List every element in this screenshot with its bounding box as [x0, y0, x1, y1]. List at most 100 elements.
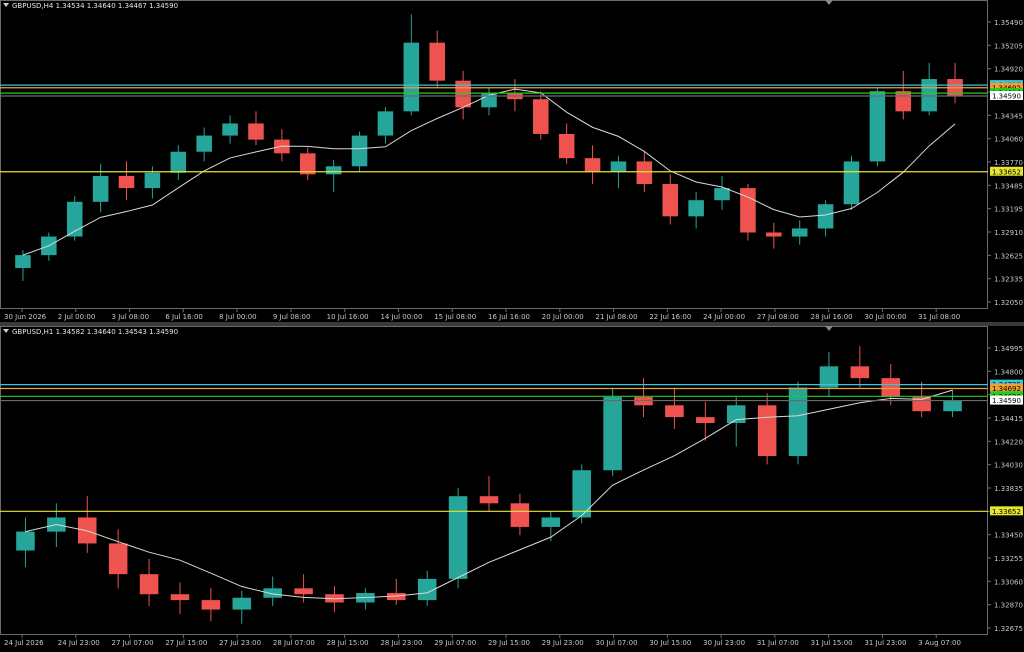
candle-body [448, 496, 468, 579]
y-tick-label: 1.34995 [994, 345, 1023, 353]
h1-pane-title: GBPUSD,H1 1.34582 1.34640 1.34543 1.3459… [3, 328, 178, 336]
candle-body [429, 42, 445, 81]
candle-body [170, 151, 187, 173]
x-tick-label: 27 Jul 07:00 [112, 639, 154, 647]
x-tick-label: 2 Jul 00:00 [58, 313, 96, 321]
candle-body [16, 531, 35, 551]
candle-body [118, 175, 135, 189]
y-tick-label: 1.34060 [994, 136, 1023, 144]
y-tick-label: 1.33255 [994, 555, 1023, 563]
candle-body [533, 99, 549, 134]
x-tick-label: 30 Jun 2026 [4, 313, 47, 321]
candle-body [510, 503, 530, 527]
y-tick-label: 1.32870 [994, 602, 1023, 610]
candle-body [196, 135, 212, 152]
dropdown-triangle-icon[interactable] [3, 329, 9, 333]
candle-body [558, 133, 575, 159]
x-tick-label: 31 Jul 08:00 [918, 313, 960, 321]
y-tick-label: 1.33450 [994, 532, 1023, 540]
candle-body [248, 123, 264, 140]
price-label-text: 1.33652 [992, 508, 1021, 516]
candle-body [869, 91, 886, 162]
x-tick-label: 20 Jul 00:00 [542, 313, 584, 321]
h4-chart-pane[interactable]: 1.354901.352051.349201.346351.343451.340… [0, 0, 1024, 322]
x-tick-label: 29 Jul 07:00 [434, 639, 476, 647]
candle-body [294, 588, 313, 595]
candle-body [788, 387, 808, 457]
candle-body [144, 172, 161, 189]
shift-marker-icon[interactable] [825, 326, 833, 331]
y-tick-label: 1.34415 [994, 415, 1023, 423]
candle-body [201, 600, 221, 610]
candle-body [921, 79, 937, 112]
candle-body [92, 175, 109, 202]
candle-body [351, 135, 368, 167]
y-tick-label: 1.35205 [994, 42, 1023, 50]
candle-body [636, 161, 653, 185]
candle-body [108, 543, 128, 575]
shift-marker-icon[interactable] [825, 0, 833, 5]
y-tick-label: 1.34345 [994, 112, 1023, 120]
candle-body [791, 228, 808, 237]
x-tick-label: 31 Jul 15:00 [811, 639, 853, 647]
candle-body [943, 400, 962, 412]
x-tick-label: 28 Jul 16:00 [811, 313, 853, 321]
x-tick-label: 30 Jul 00:00 [864, 313, 906, 321]
candle-body [665, 405, 684, 418]
y-tick-label: 1.32910 [994, 229, 1023, 237]
price-label-text: 1.33652 [992, 168, 1021, 176]
x-tick-label: 27 Jul 23:00 [219, 639, 261, 647]
x-tick-label: 29 Jul 15:00 [488, 639, 530, 647]
x-tick-label: 14 Jul 00:00 [380, 313, 422, 321]
x-tick-label: 22 Jul 16:00 [649, 313, 691, 321]
x-tick-label: 9 Jul 08:00 [273, 313, 311, 321]
price-label-text: 1.34590 [992, 397, 1021, 405]
x-tick-label: 6 Jul 16:00 [165, 313, 203, 321]
dropdown-triangle-icon[interactable] [3, 3, 9, 7]
candle-body [232, 597, 252, 610]
candle-body [572, 470, 591, 518]
candle-body [377, 111, 394, 136]
y-tick-label: 1.34920 [994, 66, 1023, 74]
candle-body [895, 91, 912, 112]
h4-chart-svg[interactable]: 1.354901.352051.349201.346351.343451.340… [0, 0, 1024, 322]
x-tick-label: 30 Jul 15:00 [649, 639, 691, 647]
candle-body [766, 232, 782, 237]
y-tick-label: 1.32675 [994, 625, 1023, 633]
x-tick-label: 28 Jul 15:00 [327, 639, 369, 647]
y-tick-label: 1.33485 [994, 182, 1023, 190]
y-tick-label: 1.34030 [994, 462, 1023, 470]
x-tick-label: 10 Jul 16:00 [327, 313, 369, 321]
x-tick-label: 27 Jul 15:00 [165, 639, 207, 647]
h1-chart-svg[interactable]: 1.349951.348001.346101.344151.342201.340… [0, 326, 1024, 652]
y-tick-label: 1.34220 [994, 438, 1023, 446]
x-tick-label: 8 Jul 00:00 [219, 313, 257, 321]
candle-body [688, 200, 704, 217]
x-tick-label: 3 Jul 08:00 [112, 313, 150, 321]
h4-pane-title: GBPUSD,H4 1.34534 1.34640 1.34467 1.3459… [3, 2, 178, 10]
candle-body [696, 417, 715, 424]
x-tick-label: 15 Jul 08:00 [434, 313, 476, 321]
candle-body [403, 42, 420, 112]
h1-chart-pane[interactable]: 1.349951.348001.346101.344151.342201.340… [0, 326, 1024, 652]
candle-body [541, 517, 561, 527]
x-tick-label: 28 Jul 07:00 [273, 639, 315, 647]
candle-body [170, 594, 190, 601]
x-tick-label: 31 Jul 07:00 [757, 639, 799, 647]
y-tick-label: 1.33770 [994, 159, 1023, 167]
candle-body [843, 161, 860, 205]
candle-body [603, 397, 622, 471]
candle-body [15, 255, 31, 269]
x-tick-label: 31 Jul 23:00 [864, 639, 906, 647]
x-tick-label: 27 Jul 08:00 [757, 313, 799, 321]
x-tick-label: 29 Jul 23:00 [542, 639, 584, 647]
y-tick-label: 1.33195 [994, 206, 1023, 214]
y-tick-label: 1.34800 [994, 368, 1023, 376]
candle-body [222, 123, 238, 136]
candle-body [850, 366, 870, 379]
candle-body [714, 188, 730, 201]
x-tick-label: 21 Jul 08:00 [596, 313, 638, 321]
x-tick-label: 3 Aug 07:00 [918, 639, 961, 647]
candle-body [479, 496, 499, 504]
candle-body [139, 574, 159, 595]
